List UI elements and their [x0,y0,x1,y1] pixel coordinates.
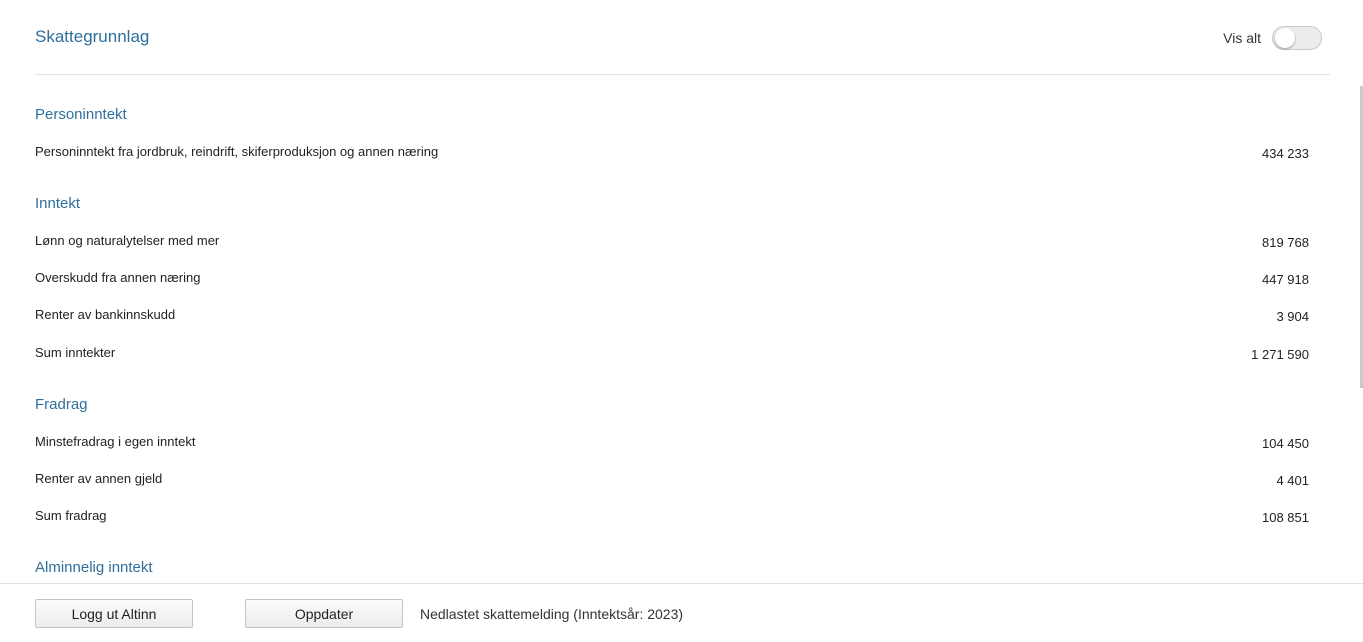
page-title: Skattegrunnlag [35,27,150,46]
scroll-area[interactable]: Skattegrunnlag Vis alt Personinntekt Per… [0,0,1363,584]
table-row: Personinntekt fra jordbruk, reindrift, s… [35,144,1309,164]
update-button[interactable]: Oppdater [245,599,403,628]
row-label: Lønn og naturalytelser med mer [35,233,220,248]
row-label: Overskudd fra annen næring [35,270,201,285]
row-label: Sum fradrag [35,508,107,523]
row-label: Minstefradrag i egen inntekt [35,434,196,449]
row-label: Renter av annen gjeld [35,471,163,486]
footer: Logg ut Altinn Oppdater Nedlastet skatte… [0,583,1363,642]
row-value: 3 904 [1276,309,1309,324]
section-title-personinntekt: Personinntekt [35,106,127,123]
row-value: 819 768 [1262,235,1309,250]
section-title-fradrag: Fradrag [35,396,88,413]
app-window: Skattegrunnlag Vis alt Personinntekt Per… [0,0,1363,642]
status-text: Nedlastet skattemelding (Inntektsår: 202… [420,606,684,622]
row-value: 104 450 [1262,436,1309,451]
row-label: Renter av bankinnskudd [35,307,176,322]
table-row: Overskudd fra annen næring 447 918 [35,270,1309,290]
table-row-sum: Sum inntekter 1 271 590 [35,345,1309,365]
content: Skattegrunnlag Vis alt Personinntekt Per… [35,0,1330,576]
show-all-label: Vis alt [1223,30,1261,46]
header: Skattegrunnlag Vis alt [35,0,1330,75]
show-all-toggle-group: Vis alt [1223,26,1322,50]
table-row: Minstefradrag i egen inntekt 104 450 [35,434,1309,454]
row-value: 447 918 [1262,272,1309,287]
table-row: Renter av bankinnskudd 3 904 [35,307,1309,327]
table-row: Renter av annen gjeld 4 401 [35,471,1309,491]
row-value: 4 401 [1276,473,1309,488]
table-row: Lønn og naturalytelser med mer 819 768 [35,233,1309,253]
row-label: Personinntekt fra jordbruk, reindrift, s… [35,144,439,159]
row-value: 1 271 590 [1251,347,1309,362]
section-title-inntekt: Inntekt [35,195,81,212]
show-all-toggle[interactable] [1272,26,1322,50]
table-row-sum: Sum fradrag 108 851 [35,508,1309,528]
toggle-knob [1275,28,1295,48]
row-value: 434 233 [1262,146,1309,161]
row-label: Sum inntekter [35,345,116,360]
section-title-alminnelig-inntekt: Alminnelig inntekt [35,559,153,576]
row-value: 108 851 [1262,510,1309,525]
logout-button[interactable]: Logg ut Altinn [35,599,193,628]
